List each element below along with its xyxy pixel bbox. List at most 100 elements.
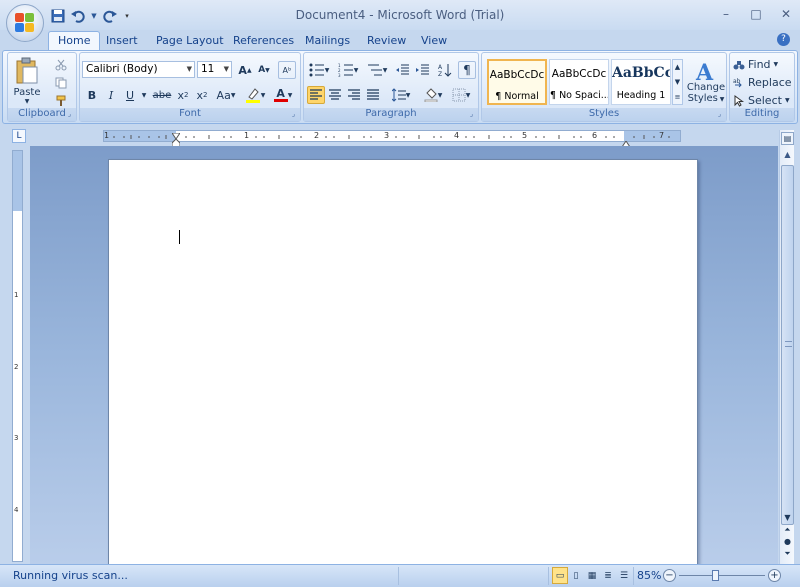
decrease-indent-icon[interactable] — [394, 61, 412, 79]
view-buttons: ▭ ▯ ▦ ≣ ☰ — [552, 567, 632, 584]
paragraph-launcher-icon[interactable]: ⌟ — [467, 110, 476, 119]
bold-button[interactable]: B — [83, 86, 101, 104]
previous-page-icon[interactable]: ⏶ — [781, 524, 794, 536]
styles-more-icon[interactable]: ≡ — [673, 90, 682, 104]
align-left-icon — [310, 89, 322, 100]
clear-formatting-icon[interactable]: Aᵇ — [278, 61, 296, 79]
zoom-out-icon[interactable]: − — [663, 569, 676, 582]
tab-references[interactable]: References — [233, 33, 294, 50]
svg-text:Z: Z — [438, 71, 442, 77]
zoom-slider[interactable]: − + — [663, 569, 781, 583]
scroll-down-icon[interactable]: ▼ — [781, 512, 794, 524]
minimize-button[interactable]: – — [718, 6, 734, 22]
justify-button[interactable] — [364, 86, 382, 104]
first-line-indent-marker[interactable] — [171, 129, 181, 140]
full-screen-reading-icon[interactable]: ▯ — [568, 567, 584, 584]
styles-scroll-down-icon[interactable]: ▼ — [673, 75, 682, 90]
subscript-button[interactable]: x2 — [174, 86, 192, 104]
numbering-button[interactable]: 1 2 3 ▼ — [335, 61, 361, 79]
vertical-scrollbar[interactable]: ▤ ▲ ▼ ⏶ ● ⏷ — [779, 130, 794, 564]
align-left-button[interactable] — [307, 86, 325, 104]
sort-icon[interactable]: AZ — [436, 61, 454, 79]
right-indent-marker[interactable] — [621, 137, 631, 148]
increase-indent-icon[interactable] — [414, 61, 432, 79]
office-logo-icon — [15, 13, 35, 33]
select-button[interactable]: Select ▼ — [733, 92, 793, 109]
multilevel-list-button[interactable]: ▼ — [364, 61, 390, 79]
borders-icon — [452, 88, 466, 102]
scroll-up-icon[interactable]: ▲ — [781, 148, 794, 161]
ruler-number: 3 — [14, 434, 19, 442]
scroll-thumb[interactable] — [781, 165, 794, 525]
zoom-slider-knob[interactable] — [711, 570, 719, 581]
hanging-indent-marker[interactable] — [171, 137, 181, 148]
paste-button[interactable]: Paste ▼ — [12, 55, 42, 107]
vertical-ruler[interactable]: 1 2 3 4 — [12, 150, 23, 562]
status-bar: Running virus scan... ▭ ▯ ▦ ≣ ☰ 85% − + — [0, 564, 800, 587]
line-spacing-button[interactable]: ▼ — [388, 86, 414, 104]
cut-icon[interactable] — [52, 56, 70, 74]
font-launcher-icon[interactable]: ⌟ — [289, 110, 298, 119]
zoom-in-icon[interactable]: + — [768, 569, 781, 582]
strikethrough-button[interactable]: abe — [152, 86, 172, 104]
highlighter-icon — [245, 88, 260, 103]
change-styles-icon: A — [695, 60, 714, 82]
ribbon: Paste ▼ Clipboard ⌟ Calibri (Body) ▼ 11 ▼ … — [2, 50, 798, 124]
draft-icon[interactable]: ☰ — [616, 567, 632, 584]
bullets-button[interactable]: ▼ — [306, 61, 332, 79]
horizontal-ruler[interactable]: 1 1 2 3 4 5 6 7 — [103, 129, 681, 148]
replace-button[interactable]: ab Replace — [733, 74, 793, 91]
clipboard-launcher-icon[interactable]: ⌟ — [65, 110, 74, 119]
ruler-number: 4 — [14, 506, 19, 514]
tab-page-layout[interactable]: Page Layout — [156, 33, 224, 50]
grow-font-button[interactable]: A ▲ — [236, 61, 254, 79]
font-color-button[interactable]: A ▼ — [270, 86, 296, 104]
outline-icon[interactable]: ≣ — [600, 567, 616, 584]
tab-insert[interactable]: Insert — [106, 33, 138, 50]
style-normal[interactable]: AaBbCcDc ¶ Normal — [487, 59, 547, 105]
shrink-font-button[interactable]: A ▼ — [255, 61, 273, 79]
underline-button[interactable]: U — [121, 86, 139, 104]
next-page-icon[interactable]: ⏷ — [781, 548, 794, 560]
tab-view[interactable]: View — [421, 33, 447, 50]
font-name-combo[interactable]: Calibri (Body) ▼ — [82, 61, 195, 78]
tab-review[interactable]: Review — [367, 33, 406, 50]
copy-icon[interactable] — [52, 74, 70, 92]
styles-scroll-up-icon[interactable]: ▲ — [673, 60, 682, 75]
document-page[interactable] — [108, 159, 698, 564]
tab-selector-button[interactable]: L — [12, 129, 26, 143]
highlight-button[interactable]: ▼ — [242, 86, 268, 104]
find-button[interactable]: Find ▼ — [733, 56, 793, 73]
styles-launcher-icon[interactable]: ⌟ — [715, 110, 724, 119]
help-icon[interactable]: ? — [777, 33, 790, 46]
multilevel-list-icon — [367, 64, 382, 76]
tab-mailings[interactable]: Mailings — [305, 33, 350, 50]
font-size-combo[interactable]: 11 ▼ — [197, 61, 232, 78]
print-layout-icon[interactable]: ▭ — [552, 567, 568, 584]
ruler-number: 1 — [244, 131, 250, 140]
zoom-level[interactable]: 85% — [637, 569, 661, 582]
maximize-button[interactable]: □ — [748, 6, 764, 22]
underline-dropdown-icon[interactable]: ▼ — [140, 86, 148, 104]
select-browse-object-icon[interactable]: ● — [781, 536, 794, 548]
show-formatting-marks-button[interactable]: ¶ — [458, 61, 476, 79]
shading-button[interactable]: ▼ — [420, 86, 446, 104]
borders-button[interactable]: ▼ — [448, 86, 474, 104]
editing-group: Find ▼ ab Replace Select ▼ Editing — [729, 52, 795, 122]
align-right-button[interactable] — [345, 86, 363, 104]
change-case-button[interactable]: Aa ▼ — [213, 86, 239, 104]
change-styles-button[interactable]: A Change Styles ▼ — [686, 56, 726, 108]
ruler-number: 2 — [14, 363, 19, 371]
web-layout-icon[interactable]: ▦ — [584, 567, 600, 584]
align-right-icon — [348, 89, 360, 100]
close-button[interactable]: ✕ — [778, 6, 794, 22]
office-button[interactable] — [6, 4, 44, 42]
align-center-button[interactable] — [326, 86, 344, 104]
superscript-button[interactable]: x2 — [193, 86, 211, 104]
tab-home[interactable]: Home — [48, 31, 101, 50]
italic-button[interactable]: I — [102, 86, 120, 104]
style-heading-1[interactable]: AaBbCc Heading 1 — [611, 59, 671, 105]
ruler-number: 4 — [454, 131, 460, 140]
view-ruler-icon[interactable]: ▤ — [781, 132, 794, 145]
style-no-spacing[interactable]: AaBbCcDc ¶ No Spaci... — [549, 59, 609, 105]
